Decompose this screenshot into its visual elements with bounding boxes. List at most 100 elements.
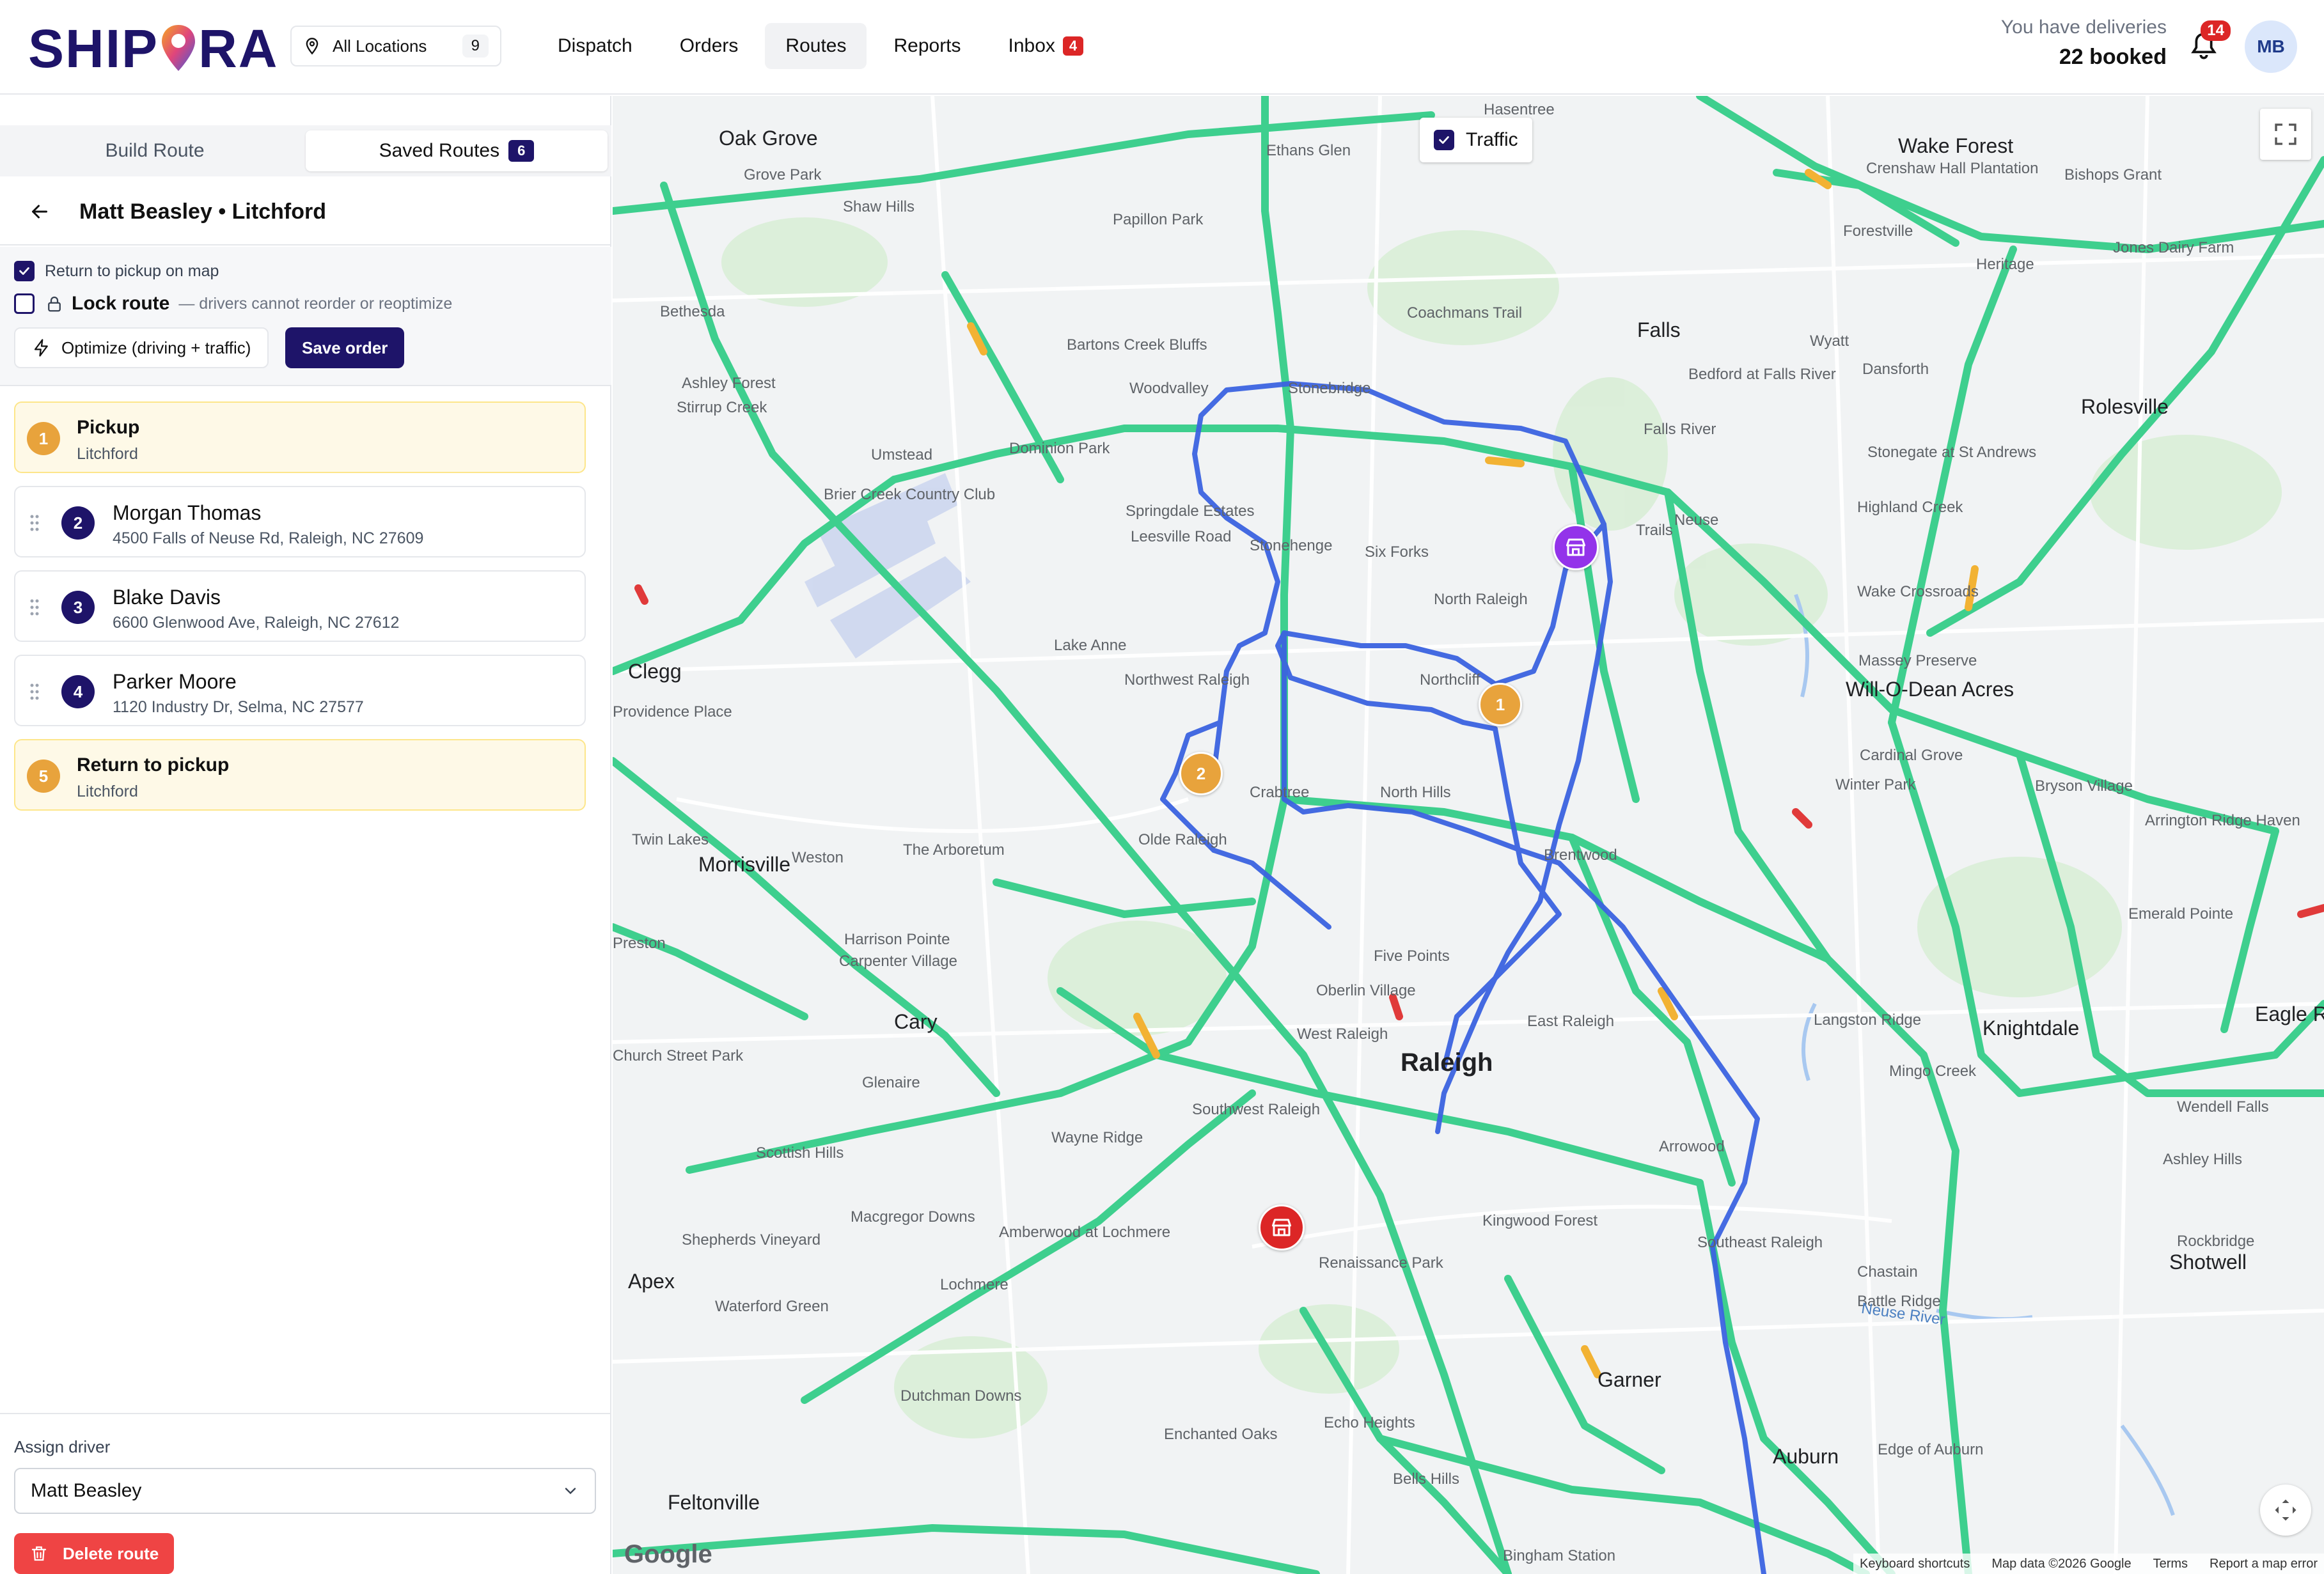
map-data-label: Map data ©2026 Google bbox=[1991, 1556, 2132, 1571]
store-pickup-icon[interactable] bbox=[1553, 524, 1599, 570]
optimize-route-label: Optimize (driving + traffic) bbox=[61, 338, 251, 357]
nav-reports[interactable]: Reports bbox=[873, 23, 981, 69]
map-place-label: Ethans Glen bbox=[1266, 142, 1351, 159]
drag-handle-icon[interactable] bbox=[29, 514, 40, 532]
map-place-label: Neuse bbox=[1674, 511, 1719, 529]
google-logo: Google bbox=[624, 1540, 712, 1568]
drag-handle-icon[interactable] bbox=[29, 683, 40, 701]
stop-number: 4 bbox=[61, 675, 95, 708]
map-place-label: Forestville bbox=[1843, 222, 1913, 240]
stop-item-customer[interactable]: 3 Blake Davis 6600 Glenwood Ave, Raleigh… bbox=[14, 570, 586, 642]
user-avatar[interactable]: MB bbox=[2245, 20, 2297, 73]
map-place-label: Southwest Raleigh bbox=[1192, 1101, 1321, 1118]
map-place-label: Stonehenge bbox=[1250, 537, 1333, 554]
terms-link[interactable]: Terms bbox=[2153, 1557, 2188, 1571]
location-selector[interactable]: All Locations 9 bbox=[290, 26, 501, 66]
lock-route-option[interactable]: Lock route — drivers cannot reorder or r… bbox=[14, 293, 452, 315]
map-place-label: Providence Place bbox=[613, 703, 732, 721]
stop-item-customer[interactable]: 4 Parker Moore 1120 Industry Dr, Selma, … bbox=[14, 655, 586, 726]
stop-item-return[interactable]: 5 Return to pickup Litchford bbox=[14, 739, 586, 811]
map-place-label: Dutchman Downs bbox=[900, 1387, 1022, 1405]
report-error-link[interactable]: Report a map error bbox=[2210, 1557, 2318, 1571]
brand-logo-prefix: SHIP bbox=[28, 19, 159, 79]
brand-logo[interactable]: SHIP RA bbox=[28, 22, 278, 75]
map-place-label: Oak Grove bbox=[719, 127, 818, 150]
map-place-label: The Arboretum bbox=[903, 841, 1005, 859]
map-place-label: Northcliff bbox=[1420, 671, 1480, 689]
return-to-pickup-option[interactable]: Return to pickup on map bbox=[14, 261, 219, 281]
fullscreen-button[interactable] bbox=[2260, 109, 2311, 160]
delete-route-button[interactable]: Delete route bbox=[14, 1533, 175, 1574]
traffic-toggle[interactable]: Traffic bbox=[1420, 118, 1532, 162]
check-icon bbox=[19, 267, 29, 275]
keyboard-shortcuts-link[interactable]: Keyboard shortcuts bbox=[1860, 1557, 1970, 1571]
nav-inbox[interactable]: Inbox 4 bbox=[988, 23, 1104, 69]
map-place-label: Springdale Estates bbox=[1126, 503, 1255, 520]
map-place-label: Wake Forest bbox=[1898, 134, 2014, 157]
map-place-label: Crabtree bbox=[1250, 784, 1310, 801]
stop-address: 6600 Glenwood Ave, Raleigh, NC 27612 bbox=[113, 614, 400, 632]
nav-dispatch[interactable]: Dispatch bbox=[537, 23, 653, 69]
map-place-label: Lochmere bbox=[940, 1276, 1009, 1293]
stop-item-customer[interactable]: 2 Morgan Thomas 4500 Falls of Neuse Rd, … bbox=[14, 486, 586, 557]
nav-dispatch-label: Dispatch bbox=[558, 35, 632, 56]
return-to-pickup-label: Return to pickup on map bbox=[45, 261, 219, 280]
map-place-label: Crenshaw Hall Plantation bbox=[1866, 160, 2039, 177]
trash-icon bbox=[31, 1546, 47, 1561]
traffic-checkbox[interactable] bbox=[1434, 130, 1454, 150]
route-stop-marker[interactable]: 2 bbox=[1179, 752, 1223, 795]
map-place-label: Trails bbox=[1636, 522, 1673, 539]
top-header: SHIP RA All Locations 9 Dispatch Orders … bbox=[0, 0, 2324, 95]
map-place-label: Carpenter Village bbox=[839, 953, 958, 970]
assign-driver-label: Assign driver bbox=[14, 1437, 111, 1456]
tab-build-route-label: Build Route bbox=[105, 140, 205, 161]
map-place-label: Cardinal Grove bbox=[1860, 747, 1963, 764]
map-place-label: Arrowood bbox=[1659, 1138, 1725, 1155]
app-root: SHIP RA All Locations 9 Dispatch Orders … bbox=[0, 0, 2324, 1574]
map-place-label: Shepherds Vineyard bbox=[682, 1231, 821, 1249]
stop-item-pickup[interactable]: 1 Pickup Litchford bbox=[14, 401, 586, 473]
save-order-label: Save order bbox=[302, 338, 388, 357]
map-attribution: Keyboard shortcuts Map data ©2026 Google… bbox=[1853, 1554, 2324, 1574]
map-place-label: Mingo Creek bbox=[1889, 1063, 1977, 1080]
map-place-label: Edge of Auburn bbox=[1878, 1441, 1984, 1458]
tab-build-route[interactable]: Build Route bbox=[4, 130, 306, 171]
tab-saved-routes[interactable]: Saved Routes 6 bbox=[306, 130, 608, 171]
deliveries-count: 22 booked bbox=[2059, 45, 2167, 69]
drag-handle-icon[interactable] bbox=[29, 598, 40, 616]
map-place-label: Umstead bbox=[871, 446, 933, 464]
map-place-label: Scottish Hills bbox=[756, 1144, 844, 1162]
map-place-label: Weston bbox=[792, 849, 844, 866]
inbox-count-badge: 4 bbox=[1062, 36, 1084, 56]
back-arrow-icon[interactable] bbox=[28, 200, 51, 223]
map-place-label: Coachmans Trail bbox=[1407, 304, 1523, 322]
map-place-label: Eagle Rock bbox=[2255, 1002, 2324, 1025]
save-order-button[interactable]: Save order bbox=[285, 327, 405, 368]
map-place-label: Stirrup Creek bbox=[677, 399, 767, 416]
map-place-label: Bryson Village bbox=[2035, 777, 2133, 795]
lock-route-checkbox[interactable] bbox=[14, 293, 35, 314]
assign-driver-select[interactable]: Matt Beasley bbox=[14, 1468, 596, 1514]
map-place-label: Woodvalley bbox=[1129, 380, 1209, 397]
map-place-label: Jones Dairy Farm bbox=[2113, 239, 2234, 256]
map-place-label: Echo Heights bbox=[1324, 1414, 1415, 1431]
map-place-label: North Hills bbox=[1380, 784, 1451, 801]
nav-orders[interactable]: Orders bbox=[659, 23, 759, 69]
map-place-label: Brier Creek Country Club bbox=[824, 486, 996, 503]
nav-routes[interactable]: Routes bbox=[765, 23, 867, 69]
stop-address: 4500 Falls of Neuse Rd, Raleigh, NC 2760… bbox=[113, 529, 424, 547]
route-stop-marker[interactable]: 1 bbox=[1479, 683, 1522, 726]
map-place-label: Shotwell bbox=[2169, 1251, 2247, 1274]
camera-control-button[interactable] bbox=[2260, 1484, 2311, 1536]
map-place-label: Feltonville bbox=[668, 1491, 760, 1514]
route-map[interactable]: Oak Grove Hasentree Grove Park Shaw Hill… bbox=[613, 96, 2324, 1574]
stop-number: 2 bbox=[61, 506, 95, 540]
map-place-label: East Raleigh bbox=[1527, 1013, 1615, 1030]
store-location-icon[interactable] bbox=[1259, 1204, 1305, 1251]
optimize-route-button[interactable]: Optimize (driving + traffic) bbox=[14, 327, 269, 368]
stop-address: 1120 Industry Dr, Selma, NC 27577 bbox=[113, 698, 364, 716]
return-to-pickup-checkbox[interactable] bbox=[14, 261, 35, 281]
map-place-label: Leesville Road bbox=[1131, 528, 1232, 545]
route-footer: Assign driver Matt Beasley Delete route bbox=[0, 1413, 611, 1574]
map-place-label: Garner bbox=[1598, 1368, 1661, 1391]
